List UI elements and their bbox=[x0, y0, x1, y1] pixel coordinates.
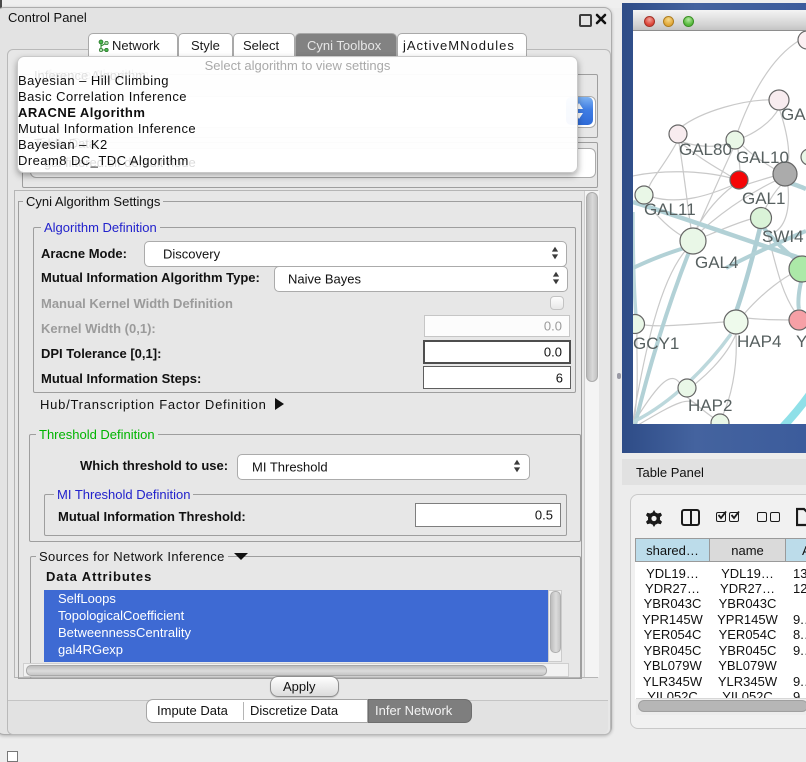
svg-text:GAL10: GAL10 bbox=[736, 148, 789, 167]
svg-text:GAL11: GAL11 bbox=[644, 200, 696, 219]
svg-text:GCY1: GCY1 bbox=[633, 334, 679, 353]
svg-text:HAP2: HAP2 bbox=[688, 396, 732, 415]
svg-text:Y: Y bbox=[796, 332, 806, 351]
svg-text:GAL80: GAL80 bbox=[679, 140, 732, 159]
svg-text:HAP4: HAP4 bbox=[737, 332, 781, 351]
svg-text:SWI4: SWI4 bbox=[762, 227, 804, 246]
svg-text:GAL1: GAL1 bbox=[742, 189, 785, 208]
svg-text:GAL7: GAL7 bbox=[781, 105, 806, 124]
svg-text:GAL4: GAL4 bbox=[695, 253, 738, 272]
